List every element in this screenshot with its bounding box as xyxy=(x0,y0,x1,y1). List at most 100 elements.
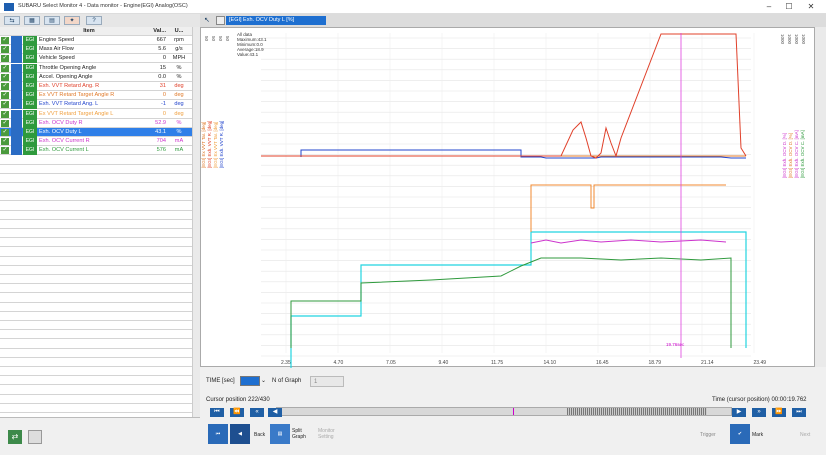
mark-icon[interactable]: ✔ xyxy=(730,424,750,444)
timeline-slider[interactable] xyxy=(276,407,732,416)
split-graph-icon[interactable]: ▤ xyxy=(270,424,290,444)
checkbox[interactable]: ✓ xyxy=(1,138,9,146)
col-item-header[interactable]: Item xyxy=(39,27,139,36)
trigger-button[interactable]: Trigger xyxy=(700,432,716,438)
empty-row xyxy=(0,275,192,285)
table-row[interactable]: ✓ EGI Ex VVT Retard Target Angle R 0 deg xyxy=(0,91,192,101)
split-graph-button[interactable]: Split Graph xyxy=(292,428,316,440)
chevron-down-icon[interactable]: ⌄ xyxy=(261,376,269,386)
play-button[interactable]: ▶ xyxy=(732,408,746,417)
rewind-button[interactable]: « xyxy=(250,408,264,417)
item-value: 5.6 xyxy=(158,46,166,53)
checkbox[interactable]: ✓ xyxy=(1,129,9,136)
x-tick-label: 18.79 xyxy=(649,360,662,366)
table-icon[interactable]: ▤ xyxy=(44,16,60,25)
table-row[interactable]: ✓ EGI Mass Air Flow 5.6 g/s xyxy=(0,45,192,55)
step-back-button[interactable]: ◀ xyxy=(268,408,282,417)
maximize-button[interactable]: ☐ xyxy=(780,2,798,12)
grid-icon[interactable]: ▦ xyxy=(24,16,40,25)
table-row[interactable]: ✓ EGI Ex VVT Retard Target Angle L 0 deg xyxy=(0,109,192,119)
prev-page-button[interactable]: ⏪ xyxy=(230,408,244,417)
table-row[interactable]: ✓ EGI Engine Speed 667 rpm xyxy=(0,36,192,45)
graph-count-label: N of Graph xyxy=(272,378,302,384)
series-ocv-duty-r xyxy=(530,239,727,244)
zoom-icon[interactable] xyxy=(216,16,225,25)
table-row[interactable]: ✓ EGI Exh. OCV Duty L 43.1% xyxy=(0,128,192,137)
right-tick: 1000 xyxy=(787,34,792,45)
time-color-select[interactable] xyxy=(240,376,260,386)
table-row[interactable]: ✓ EGI Accel. Opening Angle 0.0% xyxy=(0,72,192,82)
item-unit: % xyxy=(176,129,182,135)
table-row[interactable]: ✓ EGI Exh. OCV Current R 704 mA xyxy=(0,137,192,147)
checkbox[interactable]: ✓ xyxy=(1,73,9,81)
grid-scrollbar[interactable] xyxy=(192,27,200,417)
item-unit: deg xyxy=(174,101,184,108)
help-button[interactable]: ? xyxy=(86,16,102,25)
item-name: Exh. OCV Current L xyxy=(39,147,89,154)
first-button[interactable]: ⏮ xyxy=(210,408,224,417)
col-value-header[interactable]: Val... xyxy=(141,27,166,36)
empty-row xyxy=(0,294,192,303)
signal-icon xyxy=(11,63,22,73)
empty-row xyxy=(0,266,192,275)
timeline-thumb[interactable] xyxy=(567,408,707,415)
exit-icon[interactable]: ⇄ xyxy=(8,430,22,444)
table-row[interactable]: ✓ EGI Exh. VVT Retard Ang. L -1 deg xyxy=(0,100,192,110)
fast-forward-button[interactable]: » xyxy=(752,408,766,417)
table-row[interactable]: ✓ EGI Exh. OCV Current L 576 mA xyxy=(0,146,192,156)
cursor-time: Time (cursor position) 00:00:19.762 xyxy=(712,397,807,403)
monitor-setting-button[interactable]: Monitor Setting xyxy=(318,428,342,440)
table-row[interactable]: ✓ EGI Throttle Opening Angle 15% xyxy=(0,63,192,73)
save-file-icon[interactable] xyxy=(28,430,42,444)
empty-row xyxy=(0,156,192,165)
item-name: Exh. OCV Duty R xyxy=(39,119,83,126)
left-tick: 50 xyxy=(204,36,209,42)
item-value: -1 xyxy=(161,101,166,108)
checkbox[interactable]: ✓ xyxy=(1,64,9,72)
signal-icon xyxy=(11,45,22,55)
mark-button[interactable]: Mark xyxy=(752,432,763,438)
empty-row xyxy=(0,257,192,266)
graph-tab[interactable]: [EGI] Exh. OCV Duty L [%] xyxy=(226,16,326,25)
checkbox[interactable]: ✓ xyxy=(1,147,9,155)
table-row[interactable]: ✓ EGI Exh. VVT Retard Ang. R 31 deg xyxy=(0,82,192,91)
item-unit: deg xyxy=(174,83,184,89)
table-row[interactable]: ✓ EGI Vehicle Speed 0 MPH xyxy=(0,54,192,64)
item-name: Exh. VVT Retard Ang. R xyxy=(39,83,100,89)
item-value: 0 xyxy=(162,110,166,117)
save-icon[interactable]: ⇆ xyxy=(4,16,20,25)
checkbox[interactable]: ✓ xyxy=(1,110,9,118)
checkbox[interactable]: ✓ xyxy=(1,37,9,44)
checkbox[interactable]: ✓ xyxy=(1,92,9,100)
checkbox[interactable]: ✓ xyxy=(1,101,9,109)
graph-area[interactable]: All data Maximum:43.1 Minimum:0.0 Average:1… xyxy=(200,27,815,368)
empty-row xyxy=(0,202,192,211)
checkbox[interactable]: ✓ xyxy=(1,55,9,63)
item-name: Exh. OCV Current R xyxy=(39,138,90,145)
minimize-button[interactable]: – xyxy=(760,2,778,12)
x-tick-label: 4.70 xyxy=(334,360,344,366)
graph-count-select[interactable]: 1 xyxy=(310,376,344,387)
col-unit-header[interactable]: U... xyxy=(168,27,190,36)
next-button[interactable]: Next xyxy=(800,432,810,438)
right-axis-label: [EGI] Exh. OCV C. [mA] xyxy=(794,130,799,178)
table-row[interactable]: ✓ EGI Exh. OCV Duty R 52.9% xyxy=(0,118,192,128)
left-toolbar: ⇆ ▦ ▤ ✦ ? xyxy=(0,14,200,27)
series-vvt-l xyxy=(300,149,746,159)
next-page-button[interactable]: ⏩ xyxy=(772,408,786,417)
item-name: Accel. Opening Angle xyxy=(39,73,93,80)
empty-row xyxy=(0,165,192,174)
item-unit: deg xyxy=(174,92,184,99)
settings-icon[interactable]: ✦ xyxy=(64,16,80,25)
signal-icon xyxy=(11,118,22,128)
checkbox[interactable]: ✓ xyxy=(1,46,9,54)
checkbox[interactable]: ✓ xyxy=(1,83,9,90)
checkbox[interactable]: ✓ xyxy=(1,119,9,127)
back-icon[interactable]: ◀ xyxy=(230,424,250,444)
last-button[interactable]: ⏭ xyxy=(792,408,806,417)
close-button[interactable]: ✕ xyxy=(802,2,820,12)
back-button[interactable]: Back xyxy=(254,432,265,438)
pointer-icon[interactable]: ↖ xyxy=(204,16,213,25)
home-icon[interactable]: ⏮ xyxy=(208,424,228,444)
graph-vertical-scrollbar[interactable] xyxy=(815,27,826,367)
